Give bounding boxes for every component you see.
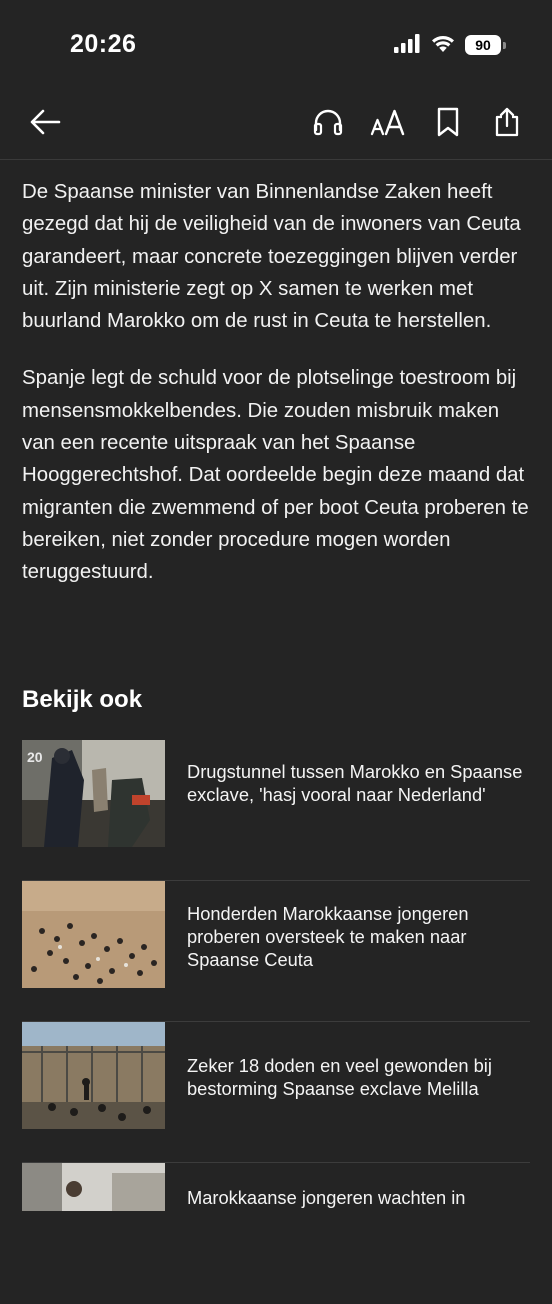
- related-item-title: Marokkaanse jongeren wachten in: [187, 1187, 466, 1208]
- status-icons: 90: [393, 33, 506, 58]
- text-size-button[interactable]: [368, 106, 408, 142]
- svg-text:20: 20: [27, 749, 43, 765]
- headphones-icon: [312, 108, 344, 141]
- share-button[interactable]: [487, 106, 527, 142]
- related-thumbnail: [22, 881, 165, 988]
- back-button[interactable]: [25, 106, 65, 142]
- wifi-icon: [430, 33, 456, 58]
- related-section-title: Bekijk ook: [22, 686, 143, 713]
- listen-button[interactable]: [308, 106, 348, 142]
- related-list: 20 Drugstunnel tussen Marokko en Spaanse…: [22, 740, 530, 1304]
- cellular-signal-icon: [393, 33, 421, 58]
- text-size-icon: [370, 108, 406, 141]
- related-item-title: Drugstunnel tussen Marokko en Spaanse ex…: [187, 761, 523, 805]
- battery-icon: 90: [465, 35, 506, 55]
- related-item-title: Zeker 18 doden en veel gewonden bij best…: [187, 1055, 492, 1099]
- share-icon: [493, 107, 521, 142]
- bookmark-button[interactable]: [428, 106, 468, 142]
- arrow-left-icon: [29, 109, 61, 140]
- related-item[interactable]: Zeker 18 doden en veel gewonden bij best…: [22, 1022, 530, 1163]
- status-bar: 20:26 90: [0, 0, 552, 90]
- battery-level: 90: [465, 35, 501, 55]
- article-body: De Spaanse minister van Binnenlandse Zak…: [22, 176, 532, 614]
- related-thumbnail: [22, 1163, 165, 1211]
- related-thumbnail: [22, 1022, 165, 1129]
- nav-bar: [0, 90, 552, 160]
- bookmark-icon: [435, 107, 461, 142]
- article-paragraph: De Spaanse minister van Binnenlandse Zak…: [22, 181, 521, 333]
- status-time: 20:26: [70, 30, 137, 58]
- related-item-title: Honderden Marokkaanse jongeren proberen …: [187, 903, 469, 970]
- related-thumbnail: 20: [22, 740, 165, 847]
- related-item[interactable]: Marokkaanse jongeren wachten in: [22, 1163, 530, 1304]
- related-item[interactable]: Honderden Marokkaanse jongeren proberen …: [22, 881, 530, 1022]
- related-item[interactable]: 20 Drugstunnel tussen Marokko en Spaanse…: [22, 740, 530, 881]
- article-paragraph: Spanje legt de schuld voor de plotseling…: [22, 367, 529, 584]
